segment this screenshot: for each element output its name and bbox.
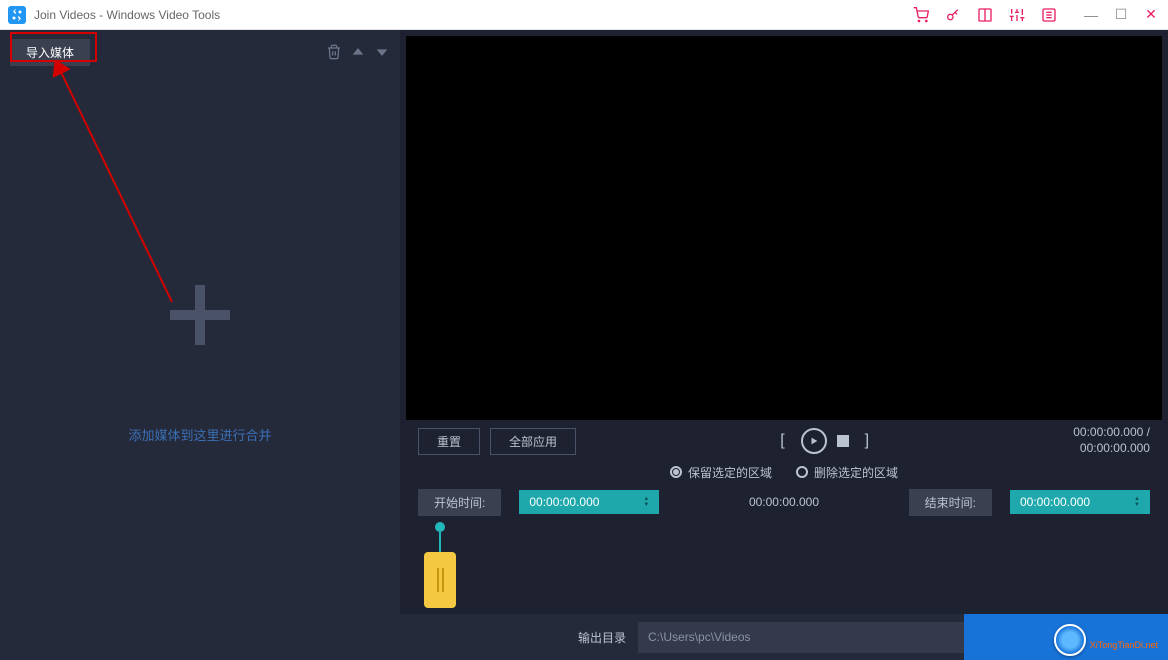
minimize-button[interactable]: — [1082,6,1100,24]
play-button[interactable] [801,428,827,454]
timeline[interactable] [406,522,1162,614]
playhead[interactable] [424,522,456,608]
plus-icon [170,285,230,345]
clip-handle[interactable] [424,552,456,608]
main-content: 导入媒体 添加媒体到这里进行合并 重置 全部应用 [ ] 00:00:00. [0,30,1168,660]
output-bar: 输出目录 C:\Users\pc\Videos 打开 合 [400,614,1168,660]
playback-controls-row: 重置 全部应用 [ ] 00:00:00.000 / 00:00:00.000 [400,424,1168,458]
media-panel: 导入媒体 添加媒体到这里进行合并 [0,30,400,660]
window-title: Join Videos - Windows Video Tools [34,8,220,22]
cart-icon[interactable] [912,6,930,24]
titlebar: Join Videos - Windows Video Tools — ☐ ✕ [0,0,1168,30]
total-time-text: 00:00:00.000 [1073,441,1150,457]
output-path-input[interactable]: C:\Users\pc\Videos [638,622,1018,653]
watermark-text: 系统天地 XiTongTianDi.net [1090,629,1158,651]
keep-region-radio[interactable]: 保留选定的区域 [670,464,772,481]
current-time-text: 00:00:00.000 / [1073,425,1150,441]
editor-panel: 重置 全部应用 [ ] 00:00:00.000 / 00:00:00.000 … [400,30,1168,660]
media-drop-zone[interactable]: 添加媒体到这里进行合并 [0,68,400,660]
start-time-input[interactable]: 00:00:00.000 ▲▼ [519,490,659,514]
close-button[interactable]: ✕ [1142,6,1160,24]
time-inputs-row: 开始时间: 00:00:00.000 ▲▼ 00:00:00.000 结束时间:… [400,486,1168,518]
media-tool-icons [326,44,390,60]
mark-in-icon[interactable]: [ [774,432,790,450]
reset-button[interactable]: 重置 [418,428,480,455]
mark-out-icon[interactable]: ] [859,432,875,450]
radio-selected-icon [670,466,682,478]
trash-icon[interactable] [326,44,342,60]
key-icon[interactable] [944,6,962,24]
start-time-value: 00:00:00.000 [529,495,599,509]
apply-all-button[interactable]: 全部应用 [490,428,576,455]
watermark: 系统天地 XiTongTianDi.net [1054,624,1158,656]
time-display: 00:00:00.000 / 00:00:00.000 [1073,425,1150,456]
stop-button[interactable] [837,435,849,447]
end-time-label: 结束时间: [909,489,992,516]
playback-controls: [ ] [774,428,875,454]
region-options: 保留选定的区域 删除选定的区域 [400,458,1168,486]
center-time-display: 00:00:00.000 [677,495,890,509]
video-preview[interactable] [406,36,1162,420]
output-path-text: C:\Users\pc\Videos [648,630,751,644]
menu-icon[interactable] [1040,6,1058,24]
delete-region-label: 删除选定的区域 [814,464,898,481]
settings-sliders-icon[interactable] [1008,6,1026,24]
keep-region-label: 保留选定的区域 [688,464,772,481]
maximize-button[interactable]: ☐ [1112,6,1130,24]
end-time-input[interactable]: 00:00:00.000 ▲▼ [1010,490,1150,514]
import-media-button[interactable]: 导入媒体 [10,39,90,66]
window-controls: — ☐ ✕ [1082,6,1160,24]
start-time-label: 开始时间: [418,489,501,516]
titlebar-actions: — ☐ ✕ [912,6,1160,24]
move-up-icon[interactable] [350,44,366,60]
drop-hint-text: 添加媒体到这里进行合并 [128,425,271,444]
move-down-icon[interactable] [374,44,390,60]
delete-region-radio[interactable]: 删除选定的区域 [796,464,898,481]
output-dir-label: 输出目录 [578,629,626,646]
spinner-icon[interactable]: ▲▼ [643,497,649,508]
watermark-line2: XiTongTianDi.net [1090,641,1158,651]
watermark-badge-icon [1054,624,1086,656]
layout-icon[interactable] [976,6,994,24]
spinner-icon[interactable]: ▲▼ [1134,497,1140,508]
end-time-value: 00:00:00.000 [1020,495,1090,509]
app-icon [8,6,26,24]
media-toolbar: 导入媒体 [0,36,400,68]
radio-icon [796,466,808,478]
